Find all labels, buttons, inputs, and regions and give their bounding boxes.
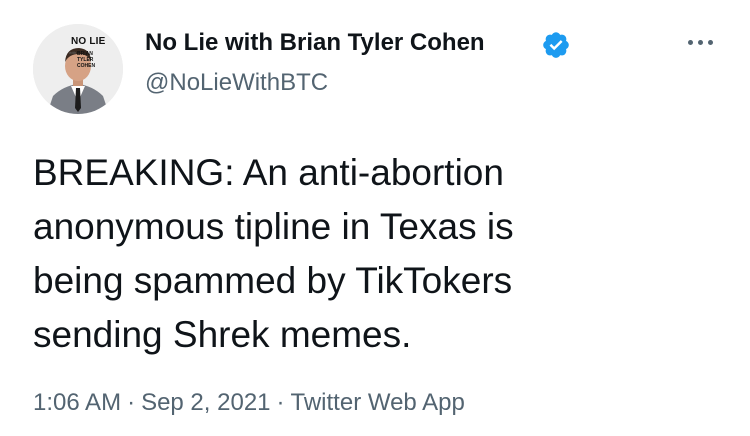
tweet-text: BREAKING: An anti-abortion anonymous tip… — [33, 146, 723, 362]
tweet-time[interactable]: 1:06 AM — [33, 389, 121, 416]
more-dot — [697, 39, 703, 45]
avatar-logo-line: COHEN — [77, 63, 96, 69]
tweet-date[interactable]: Sep 2, 2021 — [141, 389, 270, 416]
verified-badge-icon — [543, 32, 569, 58]
tweet-source[interactable]: Twitter Web App — [291, 389, 465, 416]
tweet-text-line: BREAKING: An anti-abortion — [33, 152, 504, 193]
avatar-logo-names: BRIAN TYLER COHEN — [77, 51, 107, 69]
more-dot — [707, 39, 713, 45]
meta-separator: · — [276, 389, 285, 416]
avatar-logo-title: NO LIE — [71, 36, 106, 47]
more-dot — [687, 39, 693, 45]
avatar[interactable]: NO LIE with BRIAN TYLER COHEN — [33, 24, 123, 114]
tweet-card: NO LIE with BRIAN TYLER COHEN No Lie wit… — [0, 0, 750, 436]
author-display-name[interactable]: No Lie with Brian Tyler Cohen — [145, 29, 485, 57]
tweet-metadata: 1:06 AM · Sep 2, 2021 · Twitter Web App — [33, 389, 465, 417]
more-options-icon[interactable] — [682, 30, 718, 54]
tweet-text-line: anonymous tipline in Texas is — [33, 206, 514, 247]
avatar-logo-with: with — [69, 50, 77, 55]
tweet-text-line: being spammed by TikTokers — [33, 260, 513, 301]
author-handle[interactable]: @NoLieWithBTC — [145, 69, 328, 97]
tweet-text-line: sending Shrek memes. — [33, 314, 412, 355]
meta-separator: · — [127, 389, 136, 416]
